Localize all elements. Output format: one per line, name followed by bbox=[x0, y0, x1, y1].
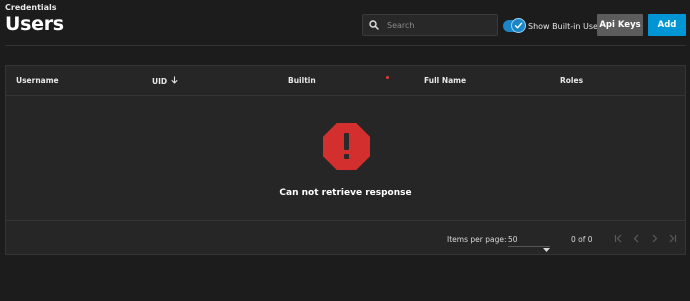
items-per-page-select[interactable]: 50 bbox=[508, 231, 550, 252]
paginator: Items per page: 50 0 of 0 bbox=[6, 220, 685, 255]
checkmark-icon bbox=[511, 18, 526, 33]
last-page-icon[interactable] bbox=[666, 232, 678, 244]
previous-page-icon[interactable] bbox=[630, 232, 642, 244]
api-keys-button[interactable]: Api Keys bbox=[597, 14, 643, 36]
header-divider bbox=[5, 45, 686, 46]
next-page-icon[interactable] bbox=[648, 232, 660, 244]
search-icon bbox=[363, 15, 385, 35]
arrow-down-icon bbox=[171, 76, 178, 86]
range-label: 0 of 0 bbox=[571, 235, 593, 244]
column-label: Roles bbox=[560, 76, 584, 85]
users-table: Username UID Builtin Full Name Roles Can… bbox=[5, 65, 686, 255]
error-message: Can not retrieve response bbox=[279, 188, 412, 198]
toggle-label: Show Built-in Users bbox=[528, 21, 606, 31]
add-user-button[interactable]: Add bbox=[648, 14, 686, 36]
first-page-icon[interactable] bbox=[612, 232, 624, 244]
breadcrumb[interactable]: Credentials bbox=[5, 3, 57, 12]
search-box[interactable] bbox=[362, 14, 498, 36]
items-per-page-value: 50 bbox=[508, 235, 518, 244]
column-label: Username bbox=[16, 76, 59, 85]
column-header-full-name[interactable]: Full Name bbox=[424, 76, 466, 85]
column-label: UID bbox=[152, 76, 168, 86]
items-per-page-label: Items per page: bbox=[447, 235, 507, 244]
toggle-switch[interactable] bbox=[503, 18, 526, 33]
search-input[interactable] bbox=[385, 16, 497, 34]
column-header-uid[interactable]: UID bbox=[152, 76, 178, 86]
caret-down-icon bbox=[543, 237, 550, 256]
column-label: Builtin bbox=[288, 76, 316, 85]
indicator-dot bbox=[386, 76, 389, 79]
error-octagon-icon bbox=[323, 123, 370, 170]
users-page: Credentials Users Show Built-in Users Ap… bbox=[0, 0, 690, 301]
table-header: Username UID Builtin Full Name Roles bbox=[6, 66, 685, 96]
column-header-builtin[interactable]: Builtin bbox=[288, 76, 316, 85]
column-header-roles[interactable]: Roles bbox=[560, 76, 583, 85]
column-header-username[interactable]: Username bbox=[16, 76, 59, 85]
empty-state: Can not retrieve response bbox=[6, 96, 685, 220]
show-builtin-users-toggle[interactable]: Show Built-in Users bbox=[503, 17, 605, 35]
page-title: Users bbox=[5, 13, 64, 35]
column-label: Full Name bbox=[424, 76, 467, 85]
